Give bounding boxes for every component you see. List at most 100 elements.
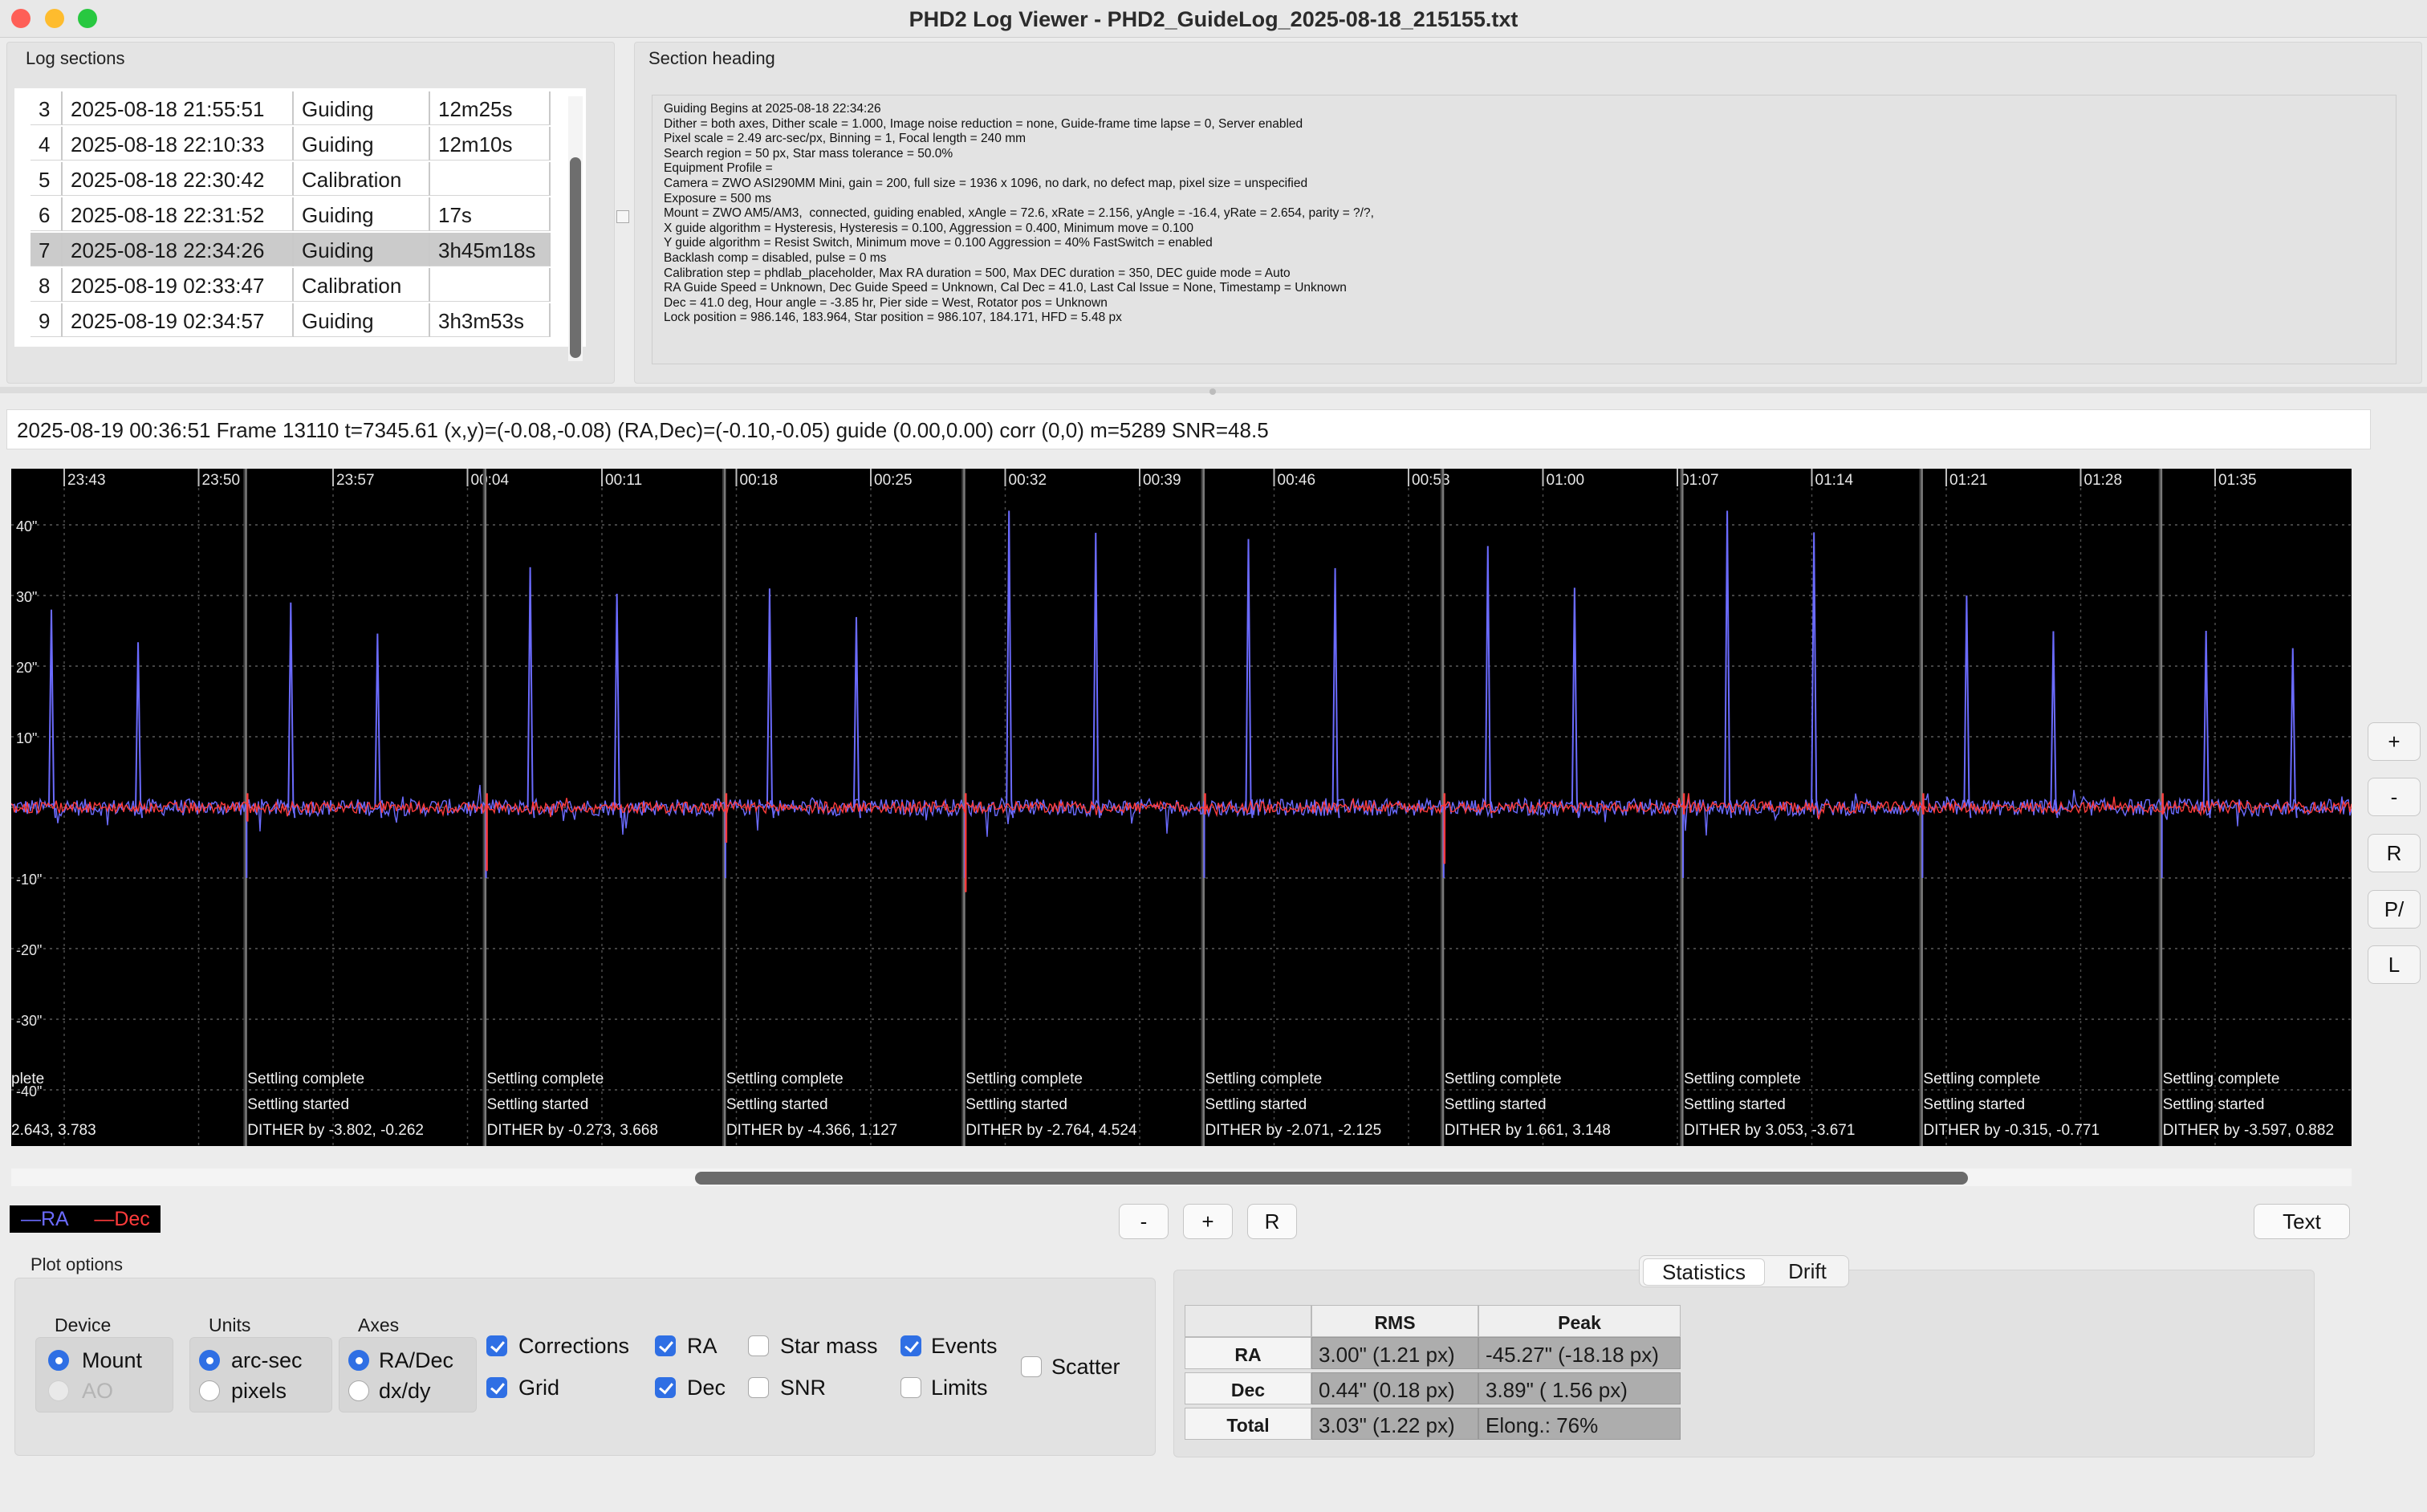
tab-statistics[interactable]: Statistics [1643,1258,1765,1286]
y-tick-label: 20" [16,660,37,676]
units-arcsec-radio[interactable] [199,1350,220,1371]
y-zoom-in-button[interactable]: + [2368,722,2421,761]
snr-label: SNR [780,1376,827,1400]
row-type: Guiding [294,303,430,337]
ra-spike [1092,532,1101,819]
scatter-checkbox[interactable] [1021,1356,1042,1377]
graph-scroll-thumb[interactable] [695,1172,1968,1185]
log-sections-scroll-thumb[interactable] [570,157,581,358]
snr-checkbox[interactable] [748,1377,769,1398]
row-number: 9 [30,303,63,337]
stats-total-rms: 3.03" (1.22 px) [1311,1408,1478,1440]
stats-ra-rms: 3.00" (1.21 px) [1311,1337,1478,1369]
row-type: Guiding [294,233,430,266]
legend-dec: —Dec [94,1208,150,1230]
corrections-label: Corrections [518,1334,630,1358]
x-tick-label: 01:35 [2218,472,2257,489]
text-button[interactable]: Text [2254,1204,2350,1239]
row-number: 7 [30,233,63,266]
y-tick-label: -30" [16,1013,42,1029]
device-ao-label: AO [82,1379,114,1403]
x-reset-button[interactable]: R [1247,1204,1297,1239]
limits-label: Limits [931,1376,988,1400]
stats-corner [1185,1305,1311,1337]
row-number: 5 [30,162,63,196]
row-type: Guiding [294,197,430,231]
event-settling-started: Settling started [1923,1096,2025,1113]
x-zoom-in-button[interactable]: + [1183,1204,1233,1239]
dec-checkbox[interactable] [655,1377,676,1398]
ra-spike [1811,532,1819,819]
limits-checkbox[interactable] [900,1377,921,1398]
ra-spike [2289,648,2298,819]
x-tick-label: 00:46 [1278,472,1316,489]
axes-radec-radio[interactable] [348,1350,369,1371]
x-tick-label: 01:14 [1815,472,1854,489]
dec-label: Dec [687,1376,726,1400]
splitter-handle[interactable] [616,210,629,223]
corrections-checkbox[interactable] [486,1335,507,1356]
units-pixels-radio[interactable] [199,1380,220,1401]
x-tick-label: 00:25 [874,472,913,489]
log-sections-list[interactable]: 3 2025-08-18 21:55:51 Guiding 12m25s 4 2025-0… [14,88,586,347]
row-datetime: 2025-08-18 21:55:51 [63,91,294,125]
ra-spike [2202,630,2211,819]
stats-dec-peak: 3.89" ( 1.56 px) [1478,1372,1681,1404]
section-heading-text: Guiding Begins at 2025-08-18 22:34:26 Di… [664,102,1374,325]
events-checkbox[interactable] [900,1335,921,1356]
x-tick-label: 23:57 [336,472,375,489]
row-datetime: 2025-08-18 22:10:33 [63,127,294,161]
scatter-label: Scatter [1051,1355,1120,1379]
window-title: PHD2 Log Viewer - PHD2_GuideLog_2025-08-… [909,7,1518,31]
p-button[interactable]: P/ [2368,890,2421,929]
star-mass-label: Star mass [780,1334,878,1358]
grid-checkbox[interactable] [486,1377,507,1398]
y-zoom-out-button[interactable]: - [2368,778,2421,816]
log-sections-label: Log sections [26,48,125,68]
x-tick-label: 00:04 [471,472,510,489]
ra-spike [613,593,622,819]
device-mount-radio[interactable] [48,1350,69,1371]
section-heading-textbox[interactable]: Guiding Begins at 2025-08-18 22:34:26 Di… [652,95,2397,364]
event-settling-complete: Settling complete [1205,1071,1323,1087]
event-dither: 2.643, 3.783 [11,1122,96,1139]
event-settling-complete: Settling complete [726,1071,844,1087]
row-duration: 12m25s [430,91,551,125]
row-duration [430,162,551,196]
event-dither: DITHER by -4.366, 1.127 [726,1122,897,1139]
ra-spike [526,567,535,819]
x-tick-label: 00:53 [1412,472,1450,489]
axes-dxdy-radio[interactable] [348,1380,369,1401]
guide-graph-svg[interactable]: 40"30"20"10"-10"-20"-30"-40"23:43 23:50 23… [11,469,2352,1146]
ra-spike [1724,510,1733,819]
ra-spike [1571,587,1579,819]
stats-ra-peak: -45.27" (-18.18 px) [1478,1337,1681,1369]
event-settling-started: Settling started [487,1096,589,1113]
stats-dec-rms: 0.44" (0.18 px) [1311,1372,1478,1404]
events-label: Events [931,1334,998,1358]
row-duration: 12m10s [430,127,551,161]
event-settling-started: Settling started [1445,1096,1547,1113]
ra-spike [1006,510,1014,819]
event-settling-complete: Settling complete [1923,1071,2040,1087]
units-arcsec-label: arc-sec [231,1348,303,1372]
tab-drift[interactable]: Drift [1771,1258,1844,1284]
l-button[interactable]: L [2368,945,2421,984]
x-tick-label: 01:28 [2084,472,2123,489]
ra-spike [48,609,56,819]
event-settling-complete: Settling complete [1445,1071,1562,1087]
star-mass-checkbox[interactable] [748,1335,769,1356]
row-datetime: 2025-08-19 02:33:47 [63,268,294,302]
ra-spike [1245,539,1254,819]
x-tick-label: 00:11 [605,472,642,489]
row-duration [430,268,551,302]
y-tick-label: -10" [16,872,42,888]
ra-checkbox[interactable] [655,1335,676,1356]
guide-graph[interactable]: 40" 30" 20" 10" -10" -20" -30" -40" 23:43 23:50 23… [11,469,2352,1146]
y-reset-button[interactable]: R [2368,834,2421,872]
units-pixels-label: pixels [231,1379,287,1403]
x-zoom-out-button[interactable]: - [1119,1204,1169,1239]
row-duration: 3h3m53s [430,303,551,337]
stats-row-dec-label: Dec [1185,1372,1311,1404]
y-tick-label: 40" [16,518,37,534]
